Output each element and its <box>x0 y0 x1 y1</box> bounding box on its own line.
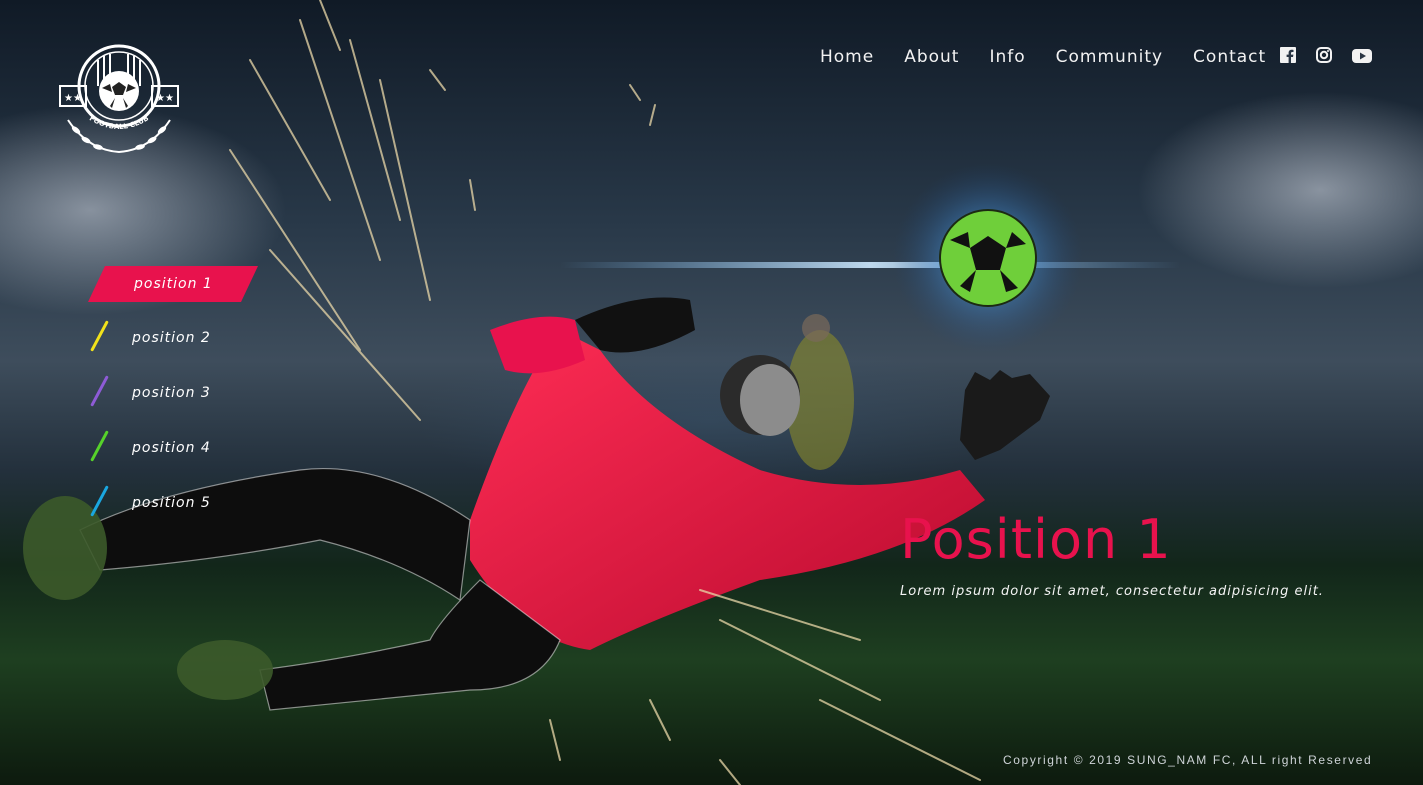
sidebar-item-label: position 2 <box>132 330 211 346</box>
svg-text:★★: ★★ <box>156 93 174 104</box>
copyright-text: Copyright © 2019 SUNG_NAM FC, ALL right … <box>1003 753 1373 767</box>
sidebar-item-label: position 1 <box>134 276 213 292</box>
hero-background-image <box>0 0 1423 785</box>
instagram-icon[interactable] <box>1316 47 1333 67</box>
youtube-icon[interactable] <box>1352 48 1373 67</box>
social-links <box>1280 47 1373 67</box>
logo-text: FOOTBALL CLUB <box>88 114 150 131</box>
hero-title: Position 1 <box>900 508 1172 571</box>
nav-contact-link[interactable]: Contact <box>1193 47 1266 67</box>
hero-description: Lorem ipsum dolor sit amet, consectetur … <box>900 584 1324 599</box>
main-nav: Home About Info Community Contact <box>820 47 1373 67</box>
svg-text:FOOTBALL CLUB: FOOTBALL CLUB <box>88 114 150 131</box>
sidebar-item-label: position 4 <box>132 440 211 456</box>
nav-info-link[interactable]: Info <box>989 47 1025 67</box>
nav-home-link[interactable]: Home <box>820 47 874 67</box>
facebook-icon[interactable] <box>1280 47 1297 67</box>
sidebar-item-label: position 3 <box>132 385 211 401</box>
nav-about-link[interactable]: About <box>904 47 959 67</box>
football-club-logo[interactable]: ★★ ★★ FOOTBALL CLUB <box>58 38 180 156</box>
svg-text:★★: ★★ <box>64 93 82 104</box>
nav-community-link[interactable]: Community <box>1056 47 1163 67</box>
sidebar-item-label: position 5 <box>132 495 211 511</box>
